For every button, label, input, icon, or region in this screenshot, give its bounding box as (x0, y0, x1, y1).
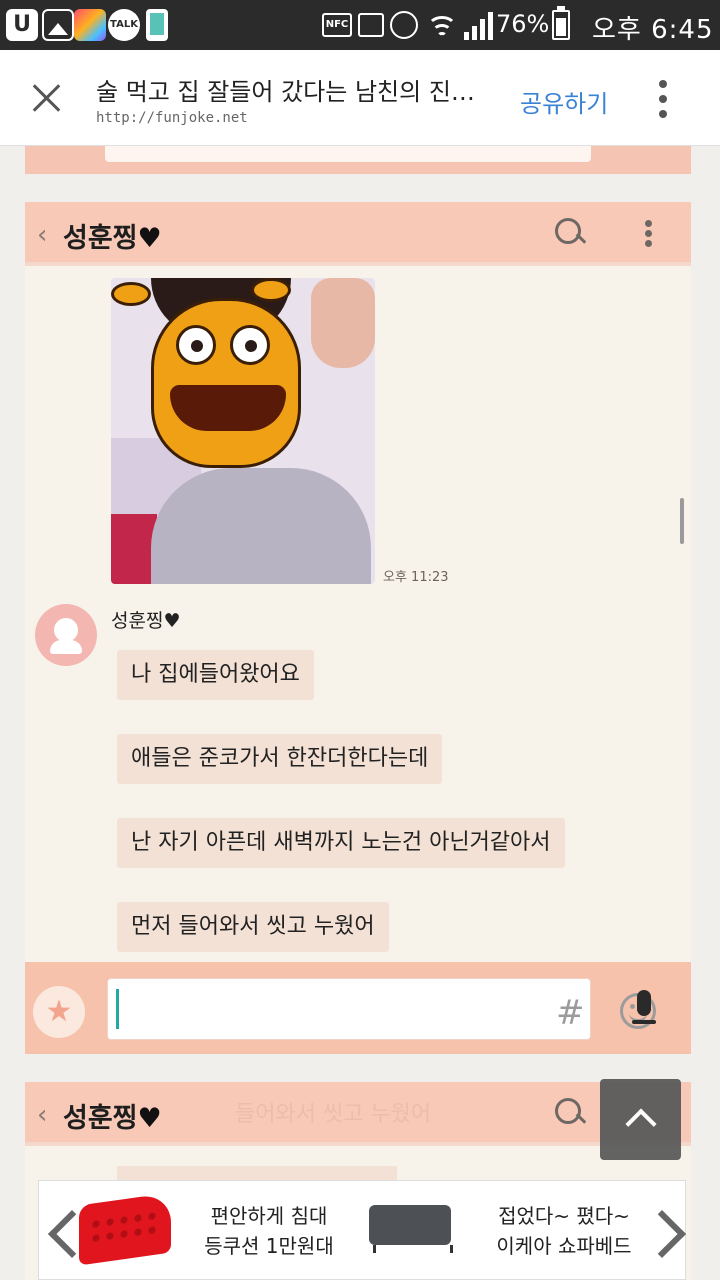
star-emoticon-icon: ★ (33, 986, 85, 1038)
battery-icon (552, 6, 570, 40)
microphone-icon (629, 990, 659, 1030)
close-icon[interactable] (26, 78, 66, 118)
message-bubble: 난 자기 아픈데 새벽까지 노는건 아닌거같아서 (117, 818, 565, 868)
monster-sticker-icon (151, 298, 301, 468)
ad-text-left[interactable]: 편안하게 침대 등쿠션 1만원대 (189, 1201, 349, 1261)
search-icon (555, 1098, 585, 1128)
shared-photo (111, 278, 375, 584)
chat-room-name: 성훈찡♥ (63, 223, 162, 254)
message-bubble: 나 집에들어왔어요 (117, 650, 314, 700)
ad-right-line2: 이케아 쇼파베드 (496, 1234, 632, 1258)
chat-input-bar: ★ # (25, 962, 691, 1054)
gallery-icon (42, 9, 74, 41)
message-bubble: 애들은 준코가서 한잔더한다는데 (117, 734, 443, 784)
avatar (35, 604, 97, 666)
ad-right-line1: 접었다~ 폈다~ (498, 1204, 630, 1228)
ad-left-line2: 등쿠션 1만원대 (204, 1234, 334, 1258)
uplus-icon: U (6, 9, 38, 41)
search-icon (555, 218, 585, 248)
wifi-icon (426, 12, 458, 40)
chat-screenshot: ‹ 성훈찡♥ 오후 11:23 성훈찡♥ 나 집에들어왔어요 애들은 준코가서 … (25, 202, 691, 1054)
previous-screenshot-fragment (25, 146, 691, 174)
page-url: http://funjoke.net (96, 110, 248, 126)
heart-icon: ♥ (137, 223, 162, 254)
back-chevron-icon: ‹ (37, 1100, 48, 1130)
sender-name: 성훈찡♥ (111, 610, 181, 632)
chat-header: ‹ 성훈찡♥ (25, 202, 691, 266)
chevron-right-icon[interactable] (651, 1205, 681, 1257)
hashtag-icon: # (556, 993, 585, 1033)
clock: 오후 6:45 (592, 15, 714, 45)
scrollbar[interactable] (680, 498, 684, 544)
kakaotalk-icon: TALK (108, 9, 140, 41)
message-timestamp: 오후 11:23 (383, 570, 449, 585)
chat-header: ‹ 성훈찡♥ 들어와서 씻고 누웠어 (25, 1082, 691, 1146)
signal-icon (464, 12, 494, 40)
chevron-left-icon[interactable] (45, 1205, 75, 1257)
chat-room-name: 성훈찡♥ (63, 1103, 162, 1134)
battery-percent: 76% (496, 10, 550, 38)
sofa-image[interactable] (369, 1205, 453, 1253)
heart-icon: ♥ (137, 1103, 162, 1134)
pillow-image[interactable] (79, 1192, 171, 1266)
ad-text-right[interactable]: 접었다~ 폈다~ 이케아 쇼파베드 (479, 1201, 649, 1261)
alarm-icon (390, 11, 418, 39)
share-button[interactable]: 공유하기 (520, 84, 608, 119)
phone-icon (146, 9, 168, 41)
more-options-icon[interactable] (658, 80, 668, 118)
app-notification-icon (74, 9, 106, 41)
browser-app-bar: 술 먹고 집 잘들어 갔다는 남친의 진… http://funjoke.net… (0, 50, 720, 146)
faded-message-text: 들어와서 씻고 누웠어 (235, 1102, 432, 1127)
message-input: # (107, 978, 656, 1040)
nfc-icon: NFC (322, 13, 352, 37)
scroll-to-top-button[interactable] (600, 1079, 681, 1160)
ad-banner[interactable]: 편안하게 침대 등쿠션 1만원대 접었다~ 폈다~ 이케아 쇼파베드 (38, 1180, 686, 1280)
vibrate-icon (358, 13, 384, 37)
status-bar: U TALK NFC 76% 오후 6:45 (0, 0, 720, 50)
menu-dots-icon (645, 218, 653, 250)
ad-left-line1: 편안하게 침대 (210, 1204, 328, 1228)
message-bubble: 먼저 들어와서 씻고 누웠어 (117, 902, 389, 952)
page-title: 술 먹고 집 잘들어 갔다는 남친의 진… (96, 78, 475, 106)
back-chevron-icon: ‹ (37, 220, 48, 250)
